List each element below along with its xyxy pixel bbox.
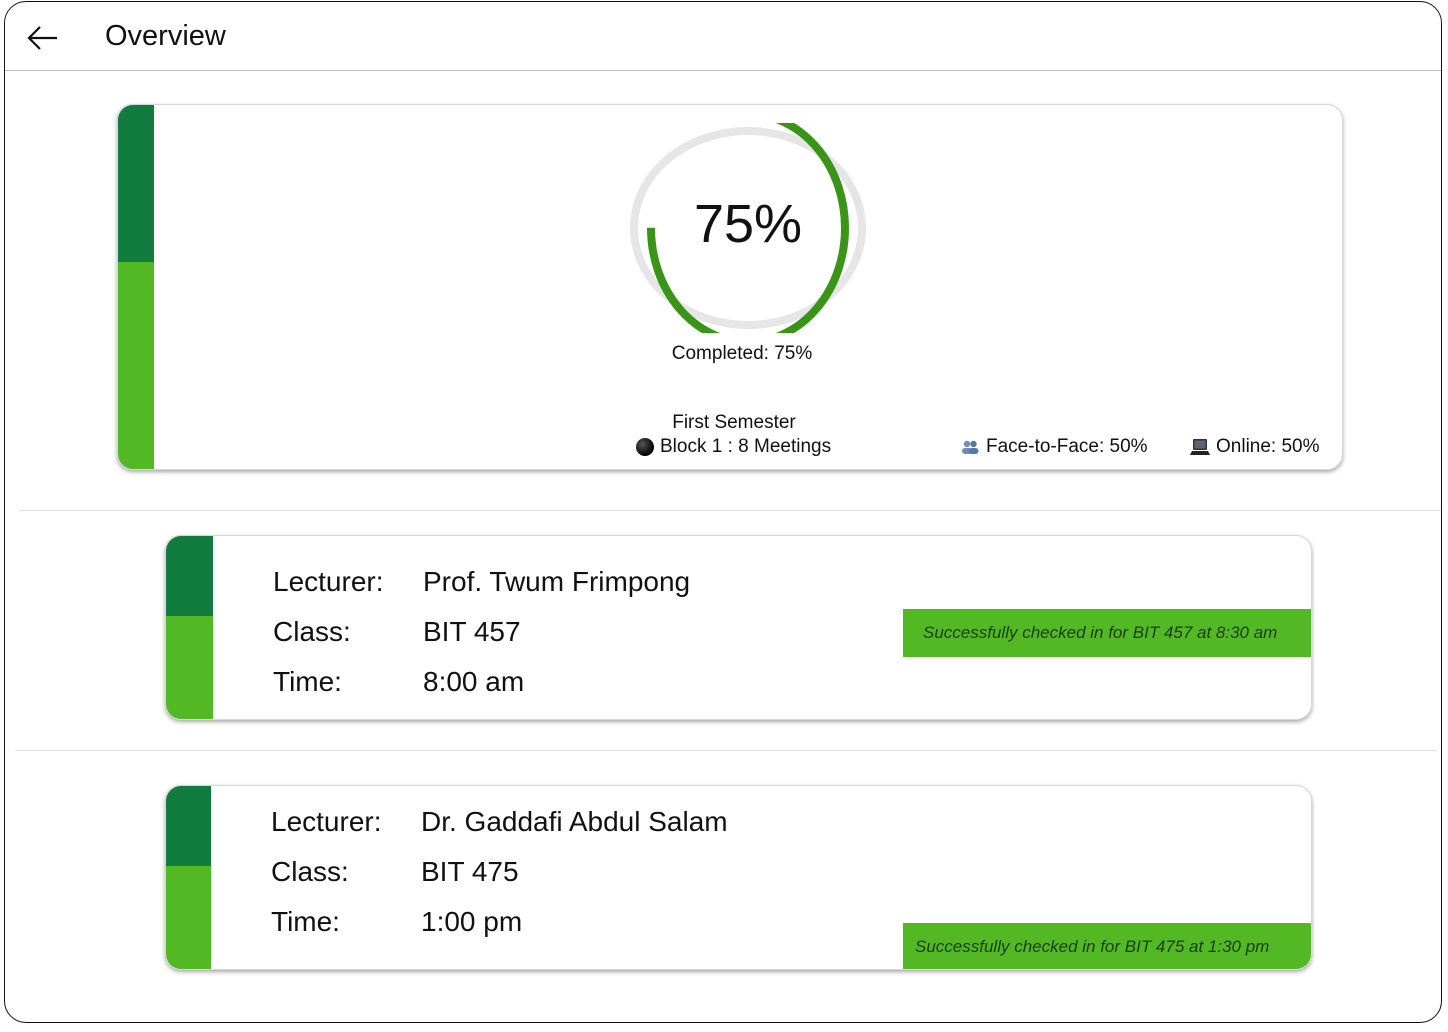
block-info: Block 1 : 8 Meetings (636, 436, 831, 458)
class-label: Class: (273, 616, 351, 647)
block-text: Block 1 : 8 Meetings (660, 436, 832, 457)
class-time: 8:00 am (423, 666, 525, 697)
people-icon (962, 440, 979, 454)
page-title: Overview (105, 20, 226, 52)
semester-label: First Semester (672, 412, 796, 433)
checkin-status-badge: Successfully checked in for BIT 475 at 1… (903, 923, 1311, 969)
app-window: Overview 75% Completed: 75% First Semest… (4, 1, 1442, 1023)
lecturer-label: Lecturer: (271, 806, 382, 837)
time-label: Time: (271, 906, 340, 937)
class-time: 1:00 pm (421, 906, 523, 937)
time-label: Time: (273, 666, 342, 697)
completed-label: Completed: 75% (671, 343, 813, 364)
class-label: Class: (271, 856, 349, 887)
black-circle-icon (636, 438, 654, 456)
class-card[interactable]: Lecturer: Dr. Gaddafi Abdul Salam Class:… (165, 785, 1312, 970)
lecturer-label: Lecturer: (273, 566, 384, 597)
online-stat: Online: 50% (1190, 436, 1320, 458)
card-accent-dark (166, 536, 213, 616)
checkin-status-badge: Successfully checked in for BIT 457 at 8… (903, 609, 1311, 657)
face-to-face-text: Face-to-Face: 50% (986, 436, 1148, 457)
card-accent-light (166, 866, 211, 969)
class-code: BIT 457 (423, 616, 521, 647)
class-card[interactable]: Lecturer: Prof. Twum Frimpong Class: BIT… (165, 535, 1312, 720)
card-accent-dark (118, 105, 154, 262)
progress-percent: 75% (693, 194, 803, 254)
online-text: Online: 50% (1216, 436, 1320, 457)
card-accent-dark (166, 786, 211, 866)
progress-summary-card: 75% Completed: 75% First Semester Block … (117, 104, 1343, 470)
lecturer-name: Prof. Twum Frimpong (423, 566, 691, 597)
card-accent-light (118, 262, 154, 469)
app-bar: Overview (5, 2, 1441, 71)
card-accent-light (166, 616, 213, 719)
back-arrow-icon[interactable] (23, 20, 63, 56)
class-code: BIT 475 (421, 856, 519, 887)
divider (15, 750, 1437, 751)
laptop-icon (1190, 439, 1210, 455)
divider (19, 510, 1441, 511)
lecturer-name: Dr. Gaddafi Abdul Salam (421, 806, 728, 837)
face-to-face-stat: Face-to-Face: 50% (960, 436, 1148, 458)
